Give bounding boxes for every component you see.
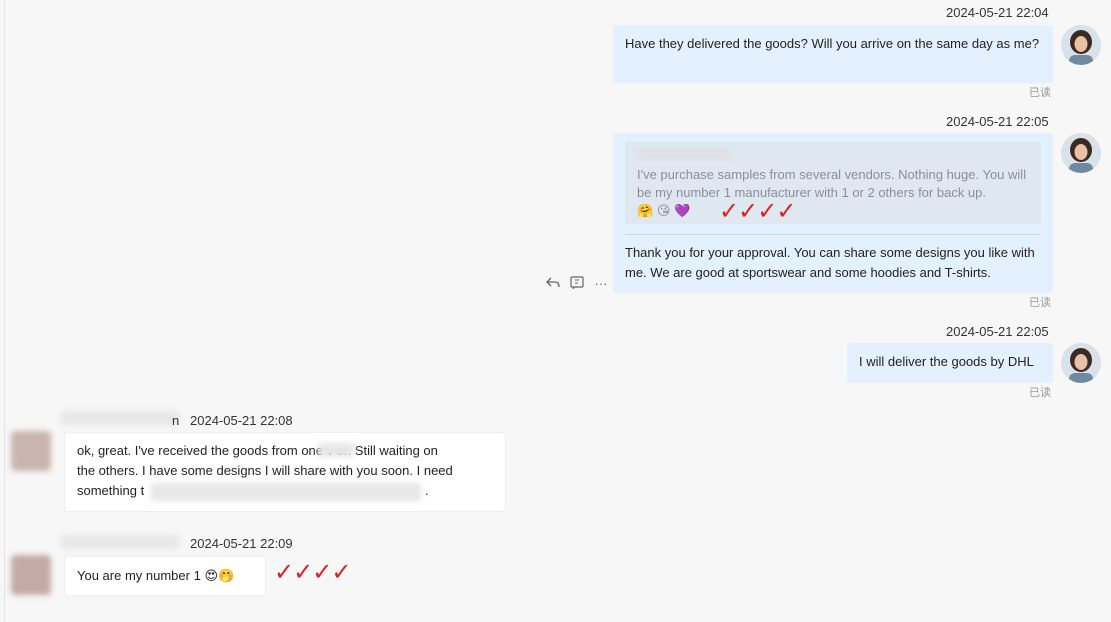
message-timestamp: 2024-05-21 22:05: [946, 114, 1049, 129]
redacted-sender-name: [61, 535, 179, 549]
annotation-checkmarks: ✓✓✓✓: [719, 197, 796, 225]
message-toolbar: ···: [545, 275, 609, 291]
redacted-sender-name: [61, 411, 179, 425]
chat-panel: 2024-05-21 22:04 Have they delivered the…: [4, 0, 1108, 622]
quoted-text: I've purchase samples from several vendo…: [637, 167, 1027, 200]
message-line: the others. I have some designs I will s…: [77, 463, 453, 478]
more-icon[interactable]: ···: [593, 275, 609, 291]
message-bubble[interactable]: ok, great. I've received the goods from …: [65, 433, 505, 511]
message-text: Thank you for your approval. You can sha…: [625, 245, 1035, 280]
message-timestamp: 2024-05-21 22:05: [946, 324, 1049, 339]
message-bubble[interactable]: I've purchase samples from several vendo…: [613, 133, 1053, 293]
message-bubble[interactable]: You are my number 1 😍🤭: [65, 557, 265, 595]
message-timestamp: 2024-05-21 22:04: [946, 5, 1049, 20]
redacted-sender: [637, 148, 733, 160]
kiss-emoji-icon: 😘: [656, 203, 671, 218]
read-status: 已读: [1029, 297, 1051, 309]
read-status: 已读: [1029, 387, 1051, 399]
avatar[interactable]: [1061, 133, 1101, 173]
sender-name-suffix: n: [172, 413, 180, 428]
message-line: something t: [77, 483, 145, 498]
avatar[interactable]: [11, 431, 51, 471]
redacted-word: [318, 443, 354, 457]
quoted-emoji-row: 🤗 😘 💜: [637, 203, 1029, 219]
divider: [625, 234, 1041, 235]
message-text: You are my number 1: [77, 568, 201, 583]
message-trailing: .: [425, 483, 429, 498]
message-bubble[interactable]: I will deliver the goods by DHL: [847, 343, 1053, 383]
message-timestamp: 2024-05-21 22:09: [190, 536, 293, 551]
giggle-emoji-icon: 🤭: [218, 568, 235, 583]
redacted-text: [151, 483, 421, 501]
avatar[interactable]: [1061, 343, 1101, 383]
purple-heart-icon: 💜: [674, 203, 691, 218]
message-timestamp: 2024-05-21 22:08: [190, 413, 293, 428]
message-text: Have they delivered the goods? Will you …: [625, 36, 1040, 51]
read-status: 已读: [1029, 87, 1051, 99]
annotation-checkmarks: ✓✓✓✓: [274, 558, 351, 586]
message-text: I will deliver the goods by DHL: [859, 354, 1034, 369]
hug-emoji-icon: 🤗: [637, 203, 654, 218]
message-bubble[interactable]: Have they delivered the goods? Will you …: [613, 25, 1053, 83]
quoted-message[interactable]: I've purchase samples from several vendo…: [625, 142, 1041, 224]
avatar[interactable]: [11, 555, 51, 595]
message-line: ok, great. I've received the goods from …: [77, 443, 438, 458]
reply-icon[interactable]: [545, 275, 561, 291]
quote-icon[interactable]: [569, 275, 585, 291]
avatar[interactable]: [1061, 25, 1101, 65]
heart-eyes-emoji-icon: 😍: [204, 568, 218, 583]
